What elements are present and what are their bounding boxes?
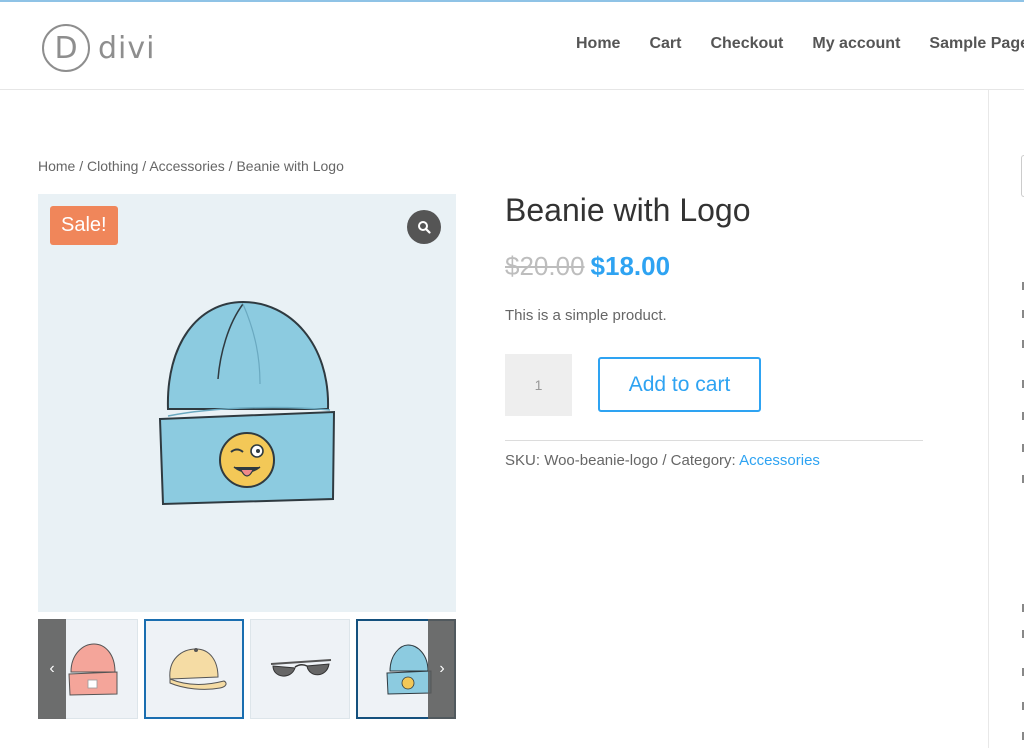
- breadcrumb-separator: /: [75, 158, 88, 174]
- magnifier-icon[interactable]: [407, 210, 441, 244]
- sale-price: $18.00: [590, 251, 671, 281]
- breadcrumb-current: Beanie with Logo: [236, 158, 344, 174]
- thumbnail-sunglasses[interactable]: [250, 619, 350, 719]
- logo-mark: D: [42, 24, 90, 72]
- nav-home[interactable]: Home: [576, 35, 620, 53]
- thumbnail-cap[interactable]: [144, 619, 244, 719]
- product-price: $20.00 $18.00: [505, 251, 670, 282]
- nav-my-account[interactable]: My account: [812, 35, 900, 53]
- chevron-left-icon[interactable]: ‹: [38, 619, 66, 719]
- breadcrumb: Home / Clothing / Accessories / Beanie w…: [38, 158, 344, 174]
- thumbnail-strip: ‹ ›: [38, 619, 456, 719]
- meta-separator: /: [658, 452, 671, 469]
- category-label: Category:: [670, 452, 736, 469]
- sidebar-divider: [988, 90, 989, 748]
- nav-sample-page[interactable]: Sample Page: [929, 35, 1024, 53]
- sku-label: SKU:: [505, 452, 541, 469]
- meta-divider: [505, 440, 923, 441]
- site-header: D divi Home Cart Checkout My account Sam…: [0, 2, 1024, 90]
- add-to-cart-button[interactable]: Add to cart: [598, 357, 761, 412]
- category-link[interactable]: Accessories: [739, 452, 820, 469]
- quantity-input[interactable]: [505, 354, 572, 416]
- logo-text: divi: [98, 30, 156, 66]
- main-nav: Home Cart Checkout My account Sample Pag…: [576, 35, 1024, 53]
- short-description: This is a simple product.: [505, 307, 667, 324]
- beanie-image: [158, 300, 336, 506]
- breadcrumb-separator: /: [224, 158, 237, 174]
- sale-badge: Sale!: [50, 206, 118, 245]
- breadcrumb-separator: /: [138, 158, 150, 174]
- nav-cart[interactable]: Cart: [649, 35, 681, 53]
- product-meta: SKU: Woo-beanie-logo / Category: Accesso…: [505, 452, 820, 469]
- chevron-right-icon[interactable]: ›: [428, 619, 456, 719]
- breadcrumb-home[interactable]: Home: [38, 158, 75, 174]
- site-logo[interactable]: D divi: [42, 24, 155, 72]
- product-main-image[interactable]: Sale!: [38, 194, 456, 612]
- breadcrumb-clothing[interactable]: Clothing: [87, 158, 138, 174]
- sku-value: Woo-beanie-logo: [544, 452, 659, 469]
- breadcrumb-accessories[interactable]: Accessories: [149, 158, 224, 174]
- logo-letter: D: [54, 30, 78, 66]
- regular-price: $20.00: [505, 251, 585, 281]
- product-title: Beanie with Logo: [505, 192, 751, 228]
- nav-checkout[interactable]: Checkout: [710, 35, 783, 53]
